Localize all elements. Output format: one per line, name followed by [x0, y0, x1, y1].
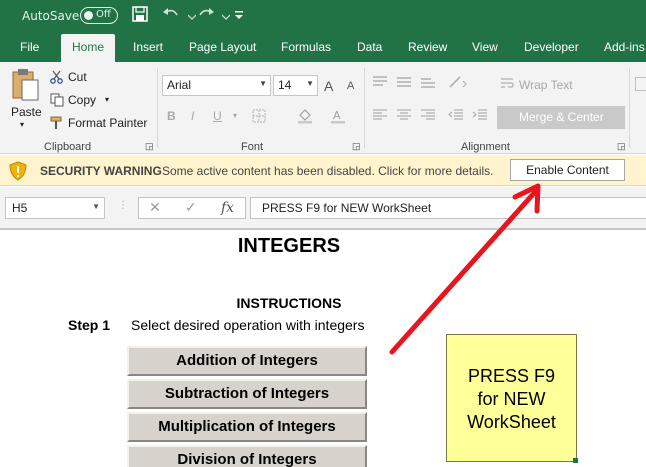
- annotation-arrow: [389, 183, 541, 355]
